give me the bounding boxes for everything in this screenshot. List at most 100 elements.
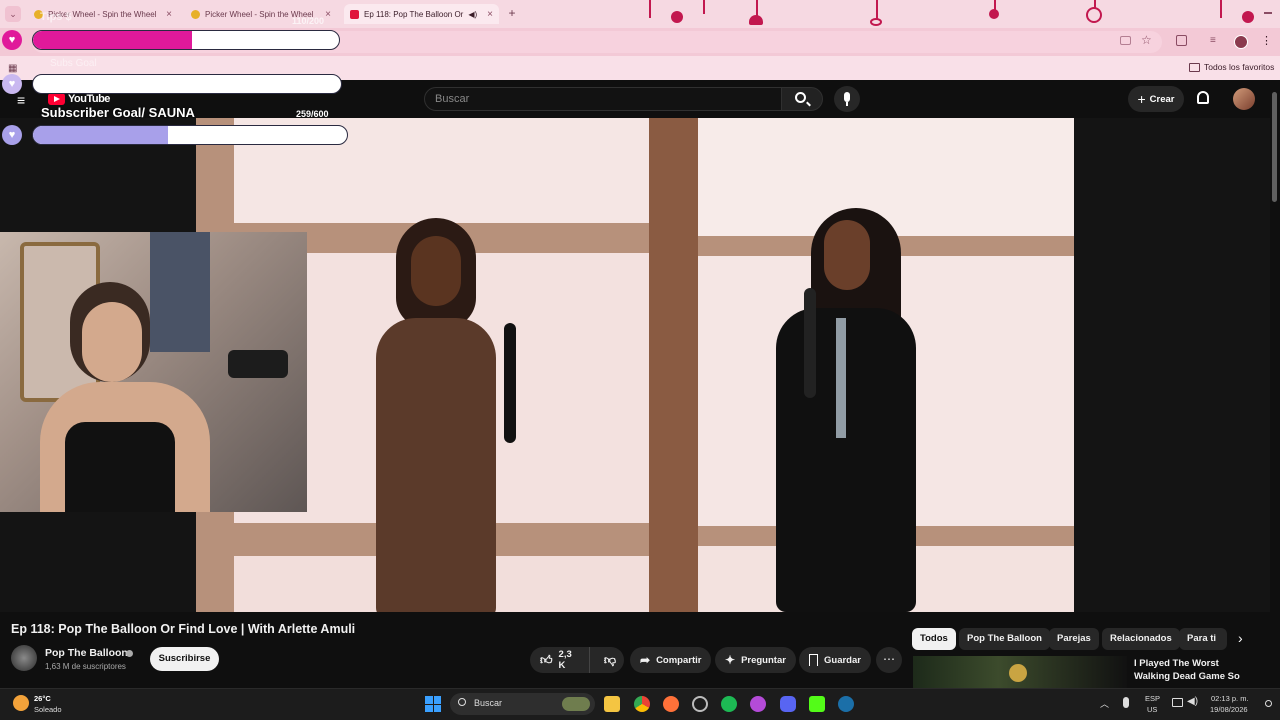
windows-start-icon[interactable]: [425, 696, 441, 712]
browser-menu-icon[interactable]: ⋮: [1261, 34, 1272, 47]
tips-goal-progress-fill: [33, 31, 193, 49]
heart-badge-icon: ♥: [2, 74, 22, 94]
notifications-bell-icon[interactable]: [1197, 91, 1209, 104]
network-icon[interactable]: [1172, 698, 1183, 707]
plus-icon: +: [1137, 91, 1146, 107]
search-input[interactable]: Buscar: [424, 87, 782, 111]
close-tab-icon[interactable]: ×: [325, 9, 331, 20]
heart-badge-icon: ♥: [2, 30, 22, 50]
ask-label: Preguntar: [741, 654, 786, 666]
profile-avatar[interactable]: [1234, 35, 1248, 49]
tray-overflow-icon[interactable]: ︿: [1100, 697, 1109, 710]
apps-grid-icon[interactable]: ▦: [8, 63, 17, 74]
new-tab-button[interactable]: +: [505, 6, 519, 20]
firefox-icon[interactable]: [663, 696, 679, 712]
search-highlight-icon: [562, 697, 590, 711]
chip-parejas[interactable]: Parejas: [1049, 628, 1099, 650]
subs-goal-progress-bar: [32, 74, 342, 94]
verified-badge-icon: [126, 650, 133, 657]
decoration-string: [649, 0, 651, 18]
file-explorer-icon[interactable]: [604, 696, 620, 712]
walking-dead-badge-icon: [1009, 664, 1027, 682]
decoration-string: [876, 0, 878, 20]
streaming-app-icon[interactable]: [809, 696, 825, 712]
tips-goal-count: 110/200: [292, 16, 325, 26]
chip-para-ti[interactable]: Para ti: [1179, 628, 1227, 650]
steam-icon[interactable]: [838, 696, 854, 712]
volume-icon[interactable]: ◀): [1187, 696, 1198, 707]
youtube-play-icon: [48, 93, 65, 105]
like-dislike-group: 👍︎ 2,3 K 👎︎: [530, 647, 624, 673]
page-scrollbar[interactable]: [1272, 92, 1277, 202]
temperature[interactable]: 26°C: [34, 694, 51, 703]
subscribe-button[interactable]: Suscribirse: [150, 647, 219, 671]
save-button[interactable]: Guardar: [799, 647, 871, 673]
picker-wheel-favicon-icon: [191, 9, 200, 19]
canva-icon[interactable]: [750, 696, 766, 712]
all-bookmarks-link[interactable]: Todos los favoritos: [1204, 62, 1274, 72]
set-post: [649, 118, 698, 612]
audio-playing-icon[interactable]: ◀): [468, 10, 477, 19]
chip-relacionados[interactable]: Relacionados: [1102, 628, 1180, 650]
taskbar-search-box[interactable]: Buscar: [450, 693, 595, 715]
streamer-webcam: [0, 232, 307, 512]
decoration-ornament: [989, 9, 999, 19]
channel-name[interactable]: Pop The Balloon: [45, 647, 128, 659]
decoration-ornament: [1086, 7, 1102, 23]
language-top[interactable]: ESP: [1145, 694, 1160, 703]
browser-tab-3[interactable]: Ep 118: Pop The Balloon Or ◀) ×: [344, 4, 499, 24]
install-app-icon[interactable]: [1120, 36, 1131, 45]
search-button[interactable]: [781, 87, 823, 111]
account-avatar[interactable]: [1233, 88, 1255, 110]
bookmark-star-icon[interactable]: ☆: [1141, 33, 1152, 47]
extensions-icon[interactable]: [1176, 35, 1187, 46]
subscriber-goal-label: Subscriber Goal/ SAUNA: [41, 105, 195, 120]
close-tab-icon[interactable]: ×: [487, 9, 493, 20]
weather-icon[interactable]: [13, 695, 29, 711]
reading-list-icon[interactable]: ≡: [1210, 35, 1216, 46]
player-right-letterbox: [1074, 118, 1270, 612]
clock-time[interactable]: 02:13 p. m.: [1211, 694, 1249, 703]
create-button[interactable]: + Crear: [1128, 86, 1184, 112]
youtube-logo-text: YouTube: [68, 93, 110, 105]
youtube-logo[interactable]: YouTube: [48, 93, 110, 105]
notifications-icon[interactable]: [1265, 700, 1272, 707]
decoration-string: [703, 0, 705, 14]
subs-goal-label: Subs Goal: [50, 58, 97, 69]
spotify-icon[interactable]: [721, 696, 737, 712]
more-actions-button[interactable]: ⋯: [876, 647, 902, 673]
app-icon[interactable]: [692, 696, 708, 712]
minimize-icon[interactable]: [1264, 12, 1272, 14]
chip-pop-the-balloon[interactable]: Pop The Balloon: [959, 628, 1050, 650]
tray-microphone-icon[interactable]: [1123, 697, 1129, 708]
host-figure: [756, 208, 936, 612]
search-icon: [795, 92, 806, 103]
decoration-ornament: [749, 15, 763, 25]
chevron-right-icon[interactable]: ›: [1238, 630, 1243, 646]
contestant-figure: [356, 218, 516, 612]
webcam-person: [40, 282, 240, 512]
channel-avatar[interactable]: [11, 645, 37, 671]
like-button[interactable]: 👍︎ 2,3 K: [530, 647, 590, 673]
voice-search-button[interactable]: [834, 86, 860, 112]
taskbar-search-placeholder: Buscar: [474, 698, 503, 708]
share-button[interactable]: ➦ Compartir: [630, 647, 712, 673]
chrome-icon[interactable]: [634, 696, 650, 712]
recommended-video-title[interactable]: I Played The Worst Walking Dead Game So …: [1134, 657, 1256, 685]
share-icon: ➦: [640, 653, 651, 667]
recommended-thumbnail[interactable]: [913, 656, 1127, 688]
tab-search-button[interactable]: ⌄: [5, 6, 21, 22]
discord-icon[interactable]: [780, 696, 796, 712]
create-label: Crear: [1149, 93, 1175, 105]
save-label: Guardar: [824, 654, 861, 666]
ask-button[interactable]: ✦ Preguntar: [715, 647, 796, 673]
weather-condition: Soleado: [34, 705, 62, 714]
video-player[interactable]: [196, 118, 1074, 612]
decoration-ornament: [870, 18, 882, 26]
guide-menu-icon[interactable]: ≡: [17, 92, 25, 108]
dislike-button[interactable]: 👎︎: [596, 653, 624, 668]
chip-todos[interactable]: Todos: [912, 628, 956, 650]
close-tab-icon[interactable]: ×: [166, 9, 172, 20]
decoration-ornament: [1242, 11, 1254, 23]
search-icon: [458, 698, 466, 706]
